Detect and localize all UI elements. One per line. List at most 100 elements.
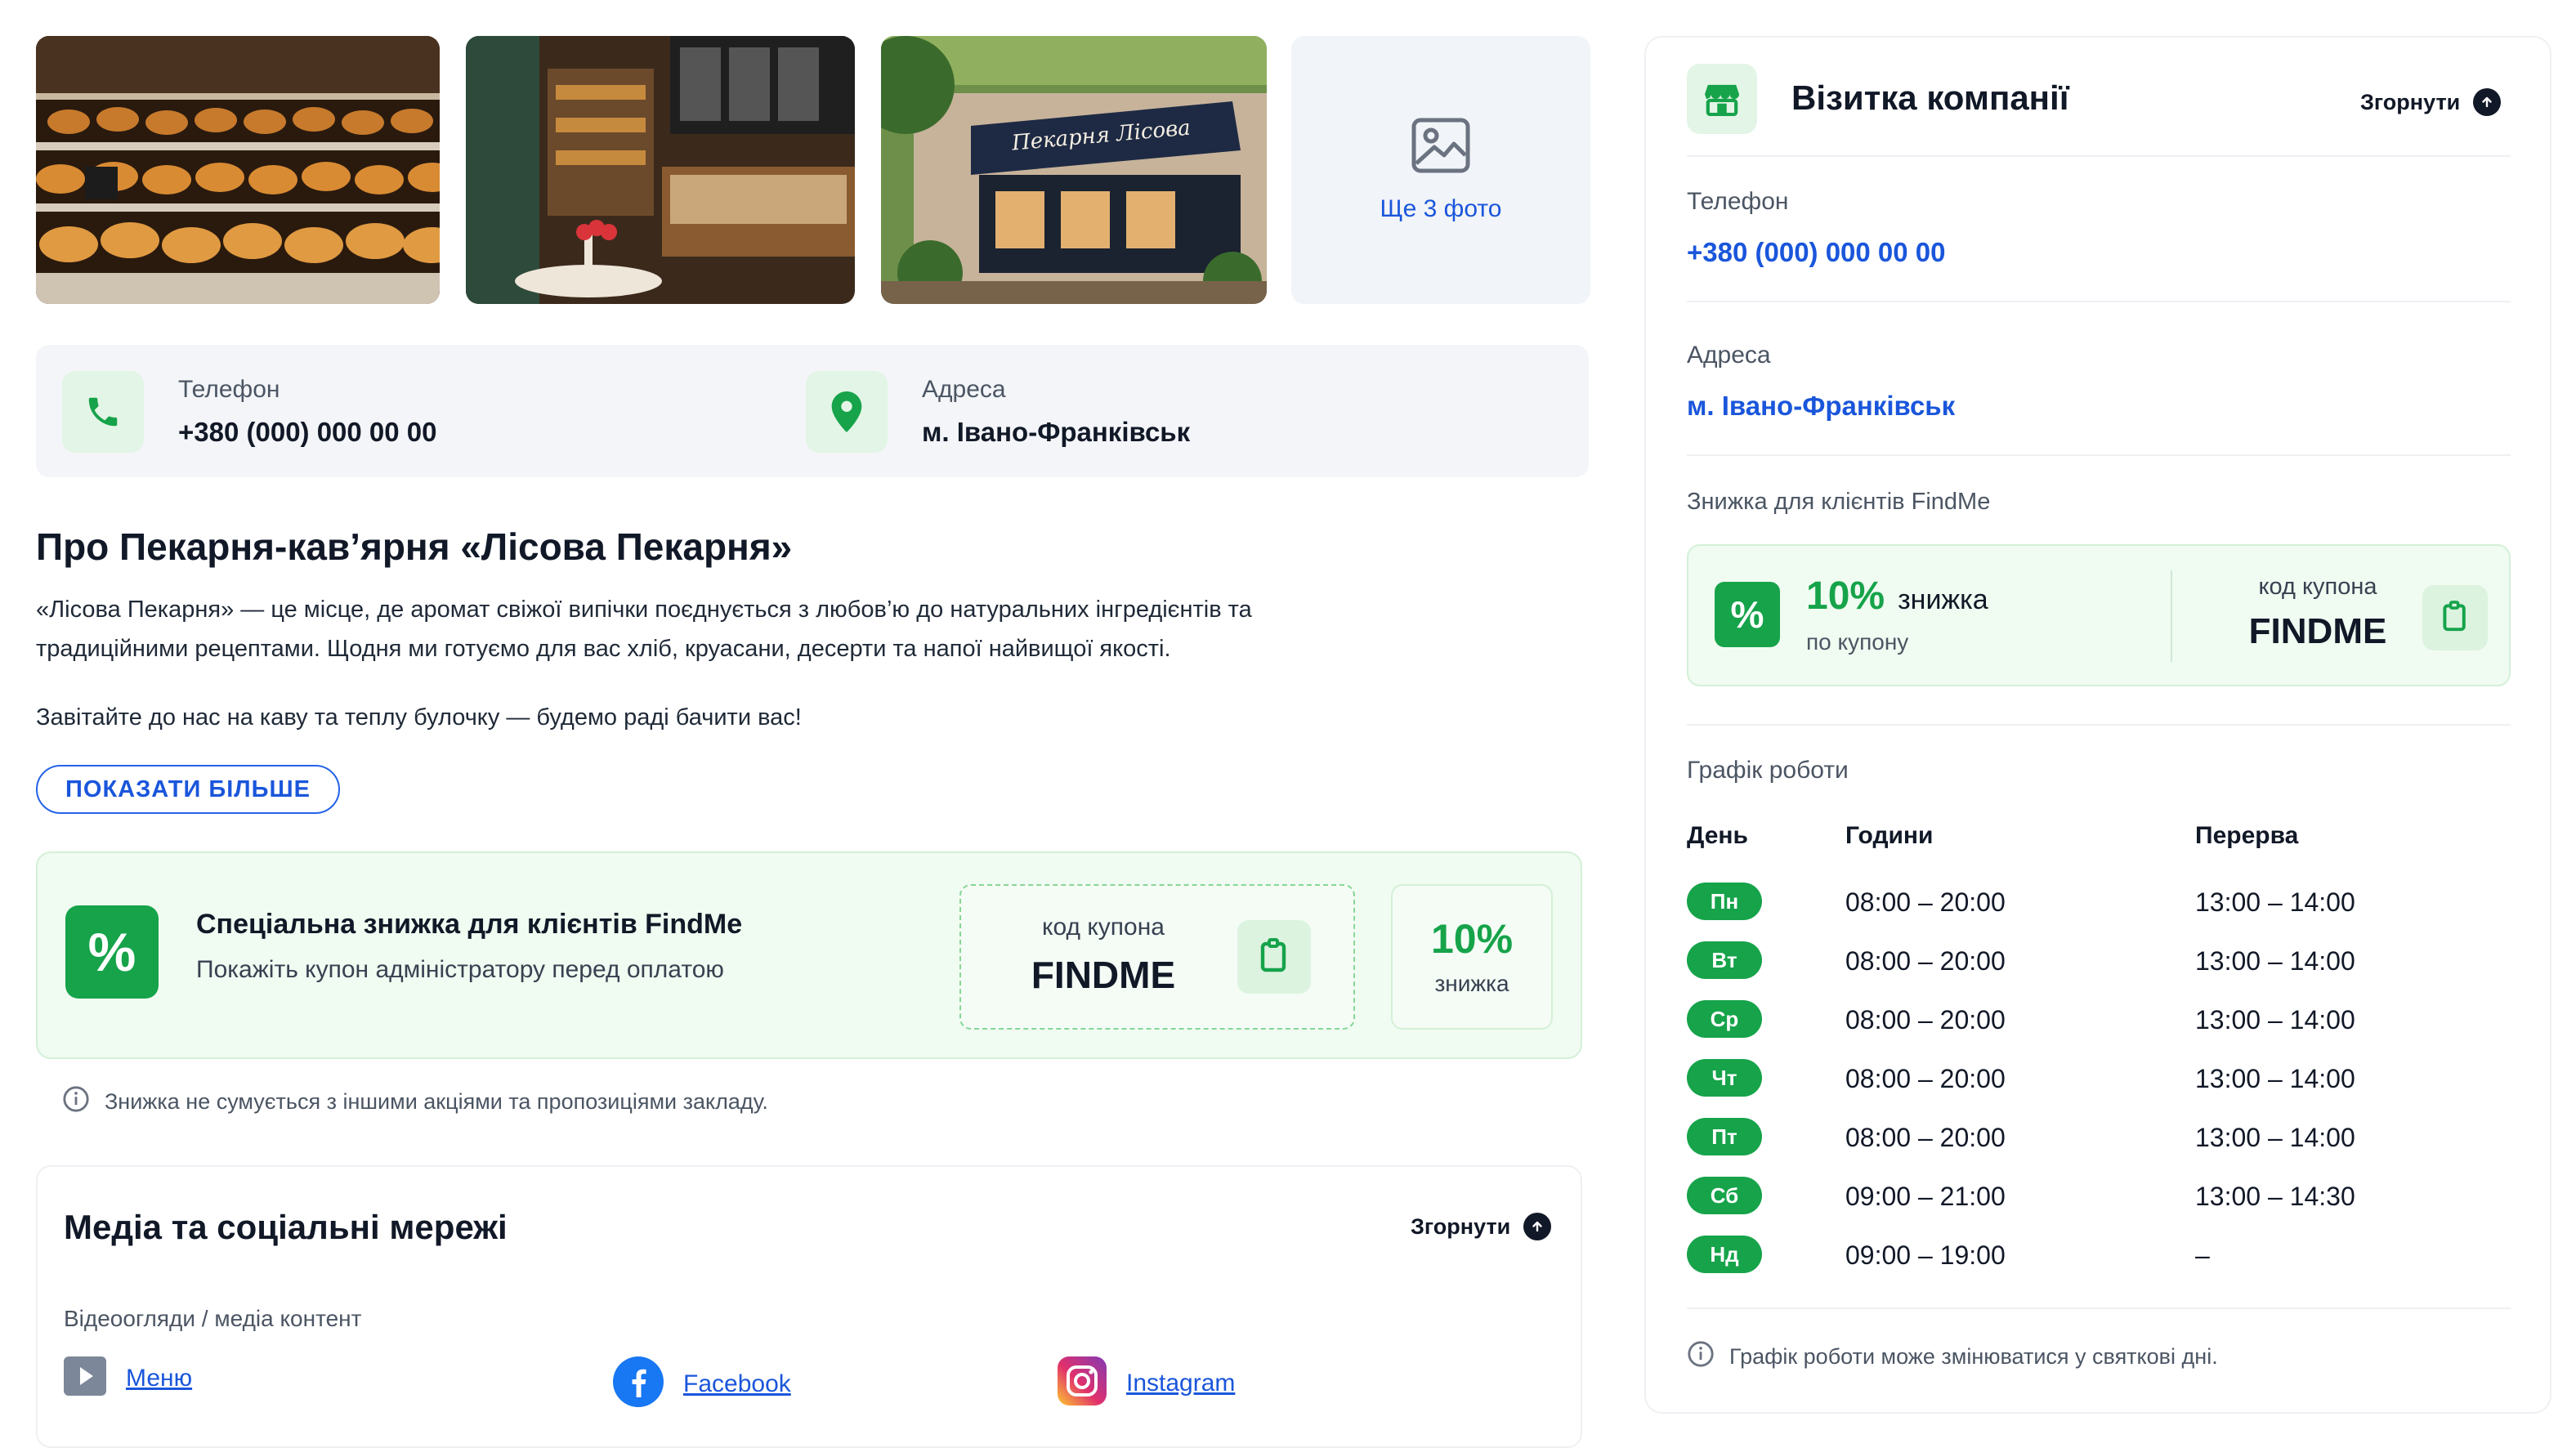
schedule-hours-mon: 08:00 – 20:00	[1845, 887, 2006, 917]
phone-icon	[62, 371, 144, 453]
divider	[1687, 1307, 2511, 1309]
photo-gallery: Пекарня Лісова Ще 3 фото	[36, 36, 1590, 304]
coupon-code-box: код купона FINDME	[959, 884, 1355, 1030]
coupon-label: код купона	[1042, 914, 1165, 941]
card-phone-link[interactable]: +380 (000) 000 00 00	[1687, 237, 1946, 268]
media-collapse-button[interactable]: Згорнути	[1411, 1213, 1552, 1240]
card-discount-word: знижка	[1898, 584, 1988, 615]
promo-card: % Спеціальна знижка для клієнтів FindMe …	[36, 851, 1582, 1059]
about-title: Про Пекарня-кав’ярня «Лісова Пекарня»	[36, 525, 793, 568]
phone-value[interactable]: +380 (000) 000 00 00	[178, 417, 437, 448]
arrow-up-icon	[1523, 1213, 1552, 1240]
phone-label: Телефон	[178, 376, 280, 403]
about-paragraph-line-2: традиційними рецептами. Щодня ми готуємо…	[36, 636, 1171, 662]
arrow-up-icon	[2473, 88, 2502, 116]
instagram-link[interactable]: Instagram	[1126, 1370, 1235, 1397]
promo-note: Знижка не сумується з іншими акціями та …	[62, 1085, 768, 1119]
schedule-hours-fri: 08:00 – 20:00	[1845, 1123, 2006, 1152]
divider	[1687, 724, 2511, 726]
schedule-hours-thu: 08:00 – 20:00	[1845, 1064, 2006, 1093]
main-content: Пекарня Лісова Ще 3 фото Телефон +380 (0…	[36, 36, 1590, 1448]
schedule-heading: Графік роботи	[1687, 757, 1849, 784]
schedule-day-mon: Пн	[1687, 883, 1762, 920]
schedule-day-sun: Нд	[1687, 1236, 1762, 1273]
schedule-hours-wed: 08:00 – 20:00	[1845, 1005, 2006, 1035]
play-icon	[64, 1356, 106, 1400]
schedule-day-wed: Ср	[1687, 1000, 1762, 1038]
copy-coupon-button[interactable]	[1237, 920, 1311, 994]
discount-label: знижка	[1434, 971, 1509, 996]
more-photos-button[interactable]: Ще 3 фото	[1291, 36, 1590, 304]
schedule-day-fri: Пт	[1687, 1118, 1762, 1155]
discount-badge: 10% знижка	[1391, 884, 1553, 1030]
show-more-button[interactable]: ПОКАЗАТИ БІЛЬШЕ	[36, 765, 340, 814]
schedule-day-thu: Чт	[1687, 1059, 1762, 1097]
divider	[1687, 301, 2511, 302]
copy-icon	[2440, 600, 2470, 637]
promo-subtitle: Покажіть купон адміністратору перед опла…	[196, 956, 724, 983]
social-link-facebook[interactable]: Facebook	[613, 1356, 791, 1411]
coupon-code[interactable]: FINDME	[961, 953, 1246, 997]
card-coupon-label: код купона	[2258, 574, 2377, 600]
schedule-col-break: Перерва	[2195, 822, 2299, 849]
contact-bar: Телефон +380 (000) 000 00 00 Адреса м. І…	[36, 345, 1589, 477]
copy-icon	[1258, 937, 1290, 977]
card-discount-sub: по купону	[1806, 629, 1909, 655]
facebook-icon	[613, 1356, 664, 1411]
card-copy-coupon-button[interactable]	[2422, 585, 2488, 650]
gallery-photo-cafe-interior[interactable]	[466, 36, 855, 304]
info-icon	[62, 1085, 90, 1119]
schedule-col-hours: Години	[1845, 822, 1934, 849]
more-photos-label: Ще 3 фото	[1380, 194, 1502, 222]
card-coupon: % 10% знижка по купону код купона FINDME	[1687, 544, 2511, 686]
schedule-hours-sun: 09:00 – 19:00	[1845, 1240, 2006, 1270]
address-label: Адреса	[922, 376, 1006, 403]
schedule-col-day: День	[1687, 822, 1748, 849]
card-collapse-button[interactable]: Згорнути	[2360, 88, 2502, 116]
divider	[2171, 570, 2172, 662]
schedule-break-wed: 13:00 – 14:00	[2195, 1005, 2355, 1035]
divider	[1687, 155, 2511, 157]
facebook-link[interactable]: Facebook	[683, 1370, 791, 1398]
menu-link[interactable]: Меню	[126, 1365, 192, 1392]
schedule-break-thu: 13:00 – 14:00	[2195, 1064, 2355, 1093]
address-value[interactable]: м. Івано-Франківськ	[922, 417, 1190, 448]
contact-phone[interactable]: Телефон +380 (000) 000 00 00	[62, 371, 437, 453]
social-link-instagram[interactable]: Instagram	[1058, 1356, 1235, 1410]
image-icon	[1411, 118, 1470, 177]
schedule-break-sat: 13:00 – 14:30	[2195, 1182, 2355, 1211]
schedule-hours-tue: 08:00 – 20:00	[1845, 946, 2006, 976]
divider	[1687, 454, 2511, 456]
schedule-day-tue: Вт	[1687, 941, 1762, 979]
schedule-break-sun: –	[2195, 1240, 2210, 1270]
schedule-break-fri: 13:00 – 14:00	[2195, 1123, 2355, 1152]
collapse-label: Згорнути	[2360, 89, 2461, 114]
social-link-menu[interactable]: Меню	[64, 1356, 192, 1400]
percent-icon: %	[1715, 582, 1780, 647]
card-address-label: Адреса	[1687, 342, 1771, 369]
location-pin-icon	[806, 371, 888, 453]
promo-title: Спеціальна знижка для клієнтів FindMe	[196, 909, 743, 940]
percent-icon: %	[65, 905, 159, 999]
schedule-note-text: Графік роботи може змінюватися у святков…	[1729, 1344, 2218, 1369]
card-address-link[interactable]: м. Івано-Франківськ	[1687, 391, 1955, 422]
info-icon	[1687, 1340, 1715, 1374]
business-card-title: Візитка компанії	[1791, 78, 2069, 117]
card-coupon-code[interactable]: FINDME	[2203, 611, 2432, 652]
card-phone-label: Телефон	[1687, 188, 1789, 215]
about-paragraph-2: Завітайте до нас на каву та теплу булочк…	[36, 704, 802, 731]
collapse-label: Згорнути	[1411, 1213, 1511, 1239]
schedule-break-mon: 13:00 – 14:00	[2195, 887, 2355, 917]
gallery-photo-bread-shelves[interactable]	[36, 36, 440, 304]
schedule-hours-sat: 09:00 – 21:00	[1845, 1182, 2006, 1211]
media-card: Медіа та соціальні мережі Згорнути Відео…	[36, 1165, 1582, 1448]
schedule-note: Графік роботи може змінюватися у святков…	[1687, 1340, 2218, 1374]
store-icon	[1687, 64, 1757, 134]
gallery-photo-storefront[interactable]: Пекарня Лісова	[881, 36, 1267, 304]
card-discount-value: 10%	[1806, 574, 1885, 618]
media-subtitle: Відеоогляди / медіа контент	[64, 1306, 362, 1331]
contact-address[interactable]: Адреса м. Івано-Франківськ	[806, 371, 1190, 453]
card-discount-line: 10% знижка	[1806, 574, 1988, 619]
promo-note-text: Знижка не сумується з іншими акціями та …	[105, 1089, 768, 1114]
schedule-day-sat: Сб	[1687, 1177, 1762, 1214]
